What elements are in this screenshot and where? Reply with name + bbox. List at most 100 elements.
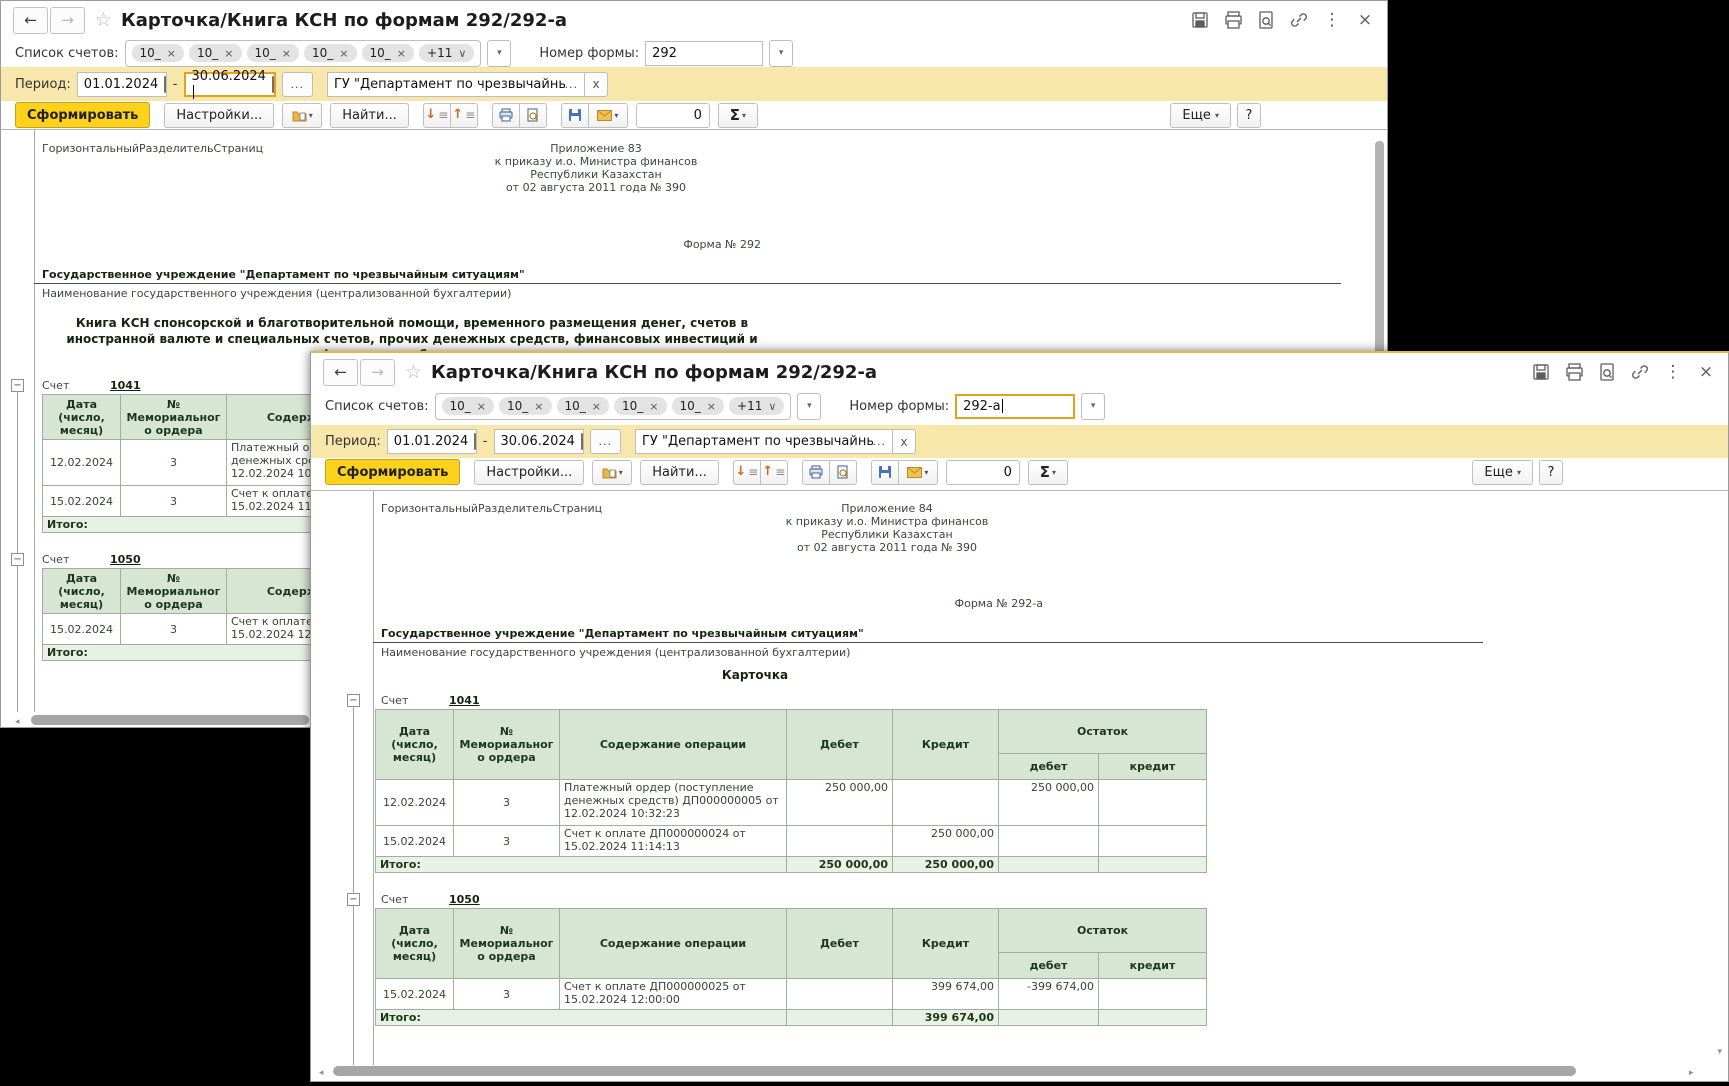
accounts-dropdown-button[interactable]: ▾ [797, 393, 821, 420]
chip-remove-icon[interactable]: × [224, 47, 233, 60]
scroll-left-arrow[interactable]: ◂ [15, 717, 20, 727]
chip-remove-icon[interactable]: × [534, 400, 543, 413]
calendar-icon[interactable] [474, 433, 476, 450]
group-collapse-button[interactable]: − [11, 379, 24, 392]
autosum-counter-input[interactable]: 0 [636, 103, 710, 128]
period-picker-button[interactable]: ... [590, 429, 622, 454]
account-chip[interactable]: 10_× [442, 397, 495, 415]
menu-kebab-icon[interactable]: ⋮ [1322, 10, 1342, 30]
group-collapse-button[interactable]: − [347, 893, 360, 906]
form-number-input[interactable]: 292 [645, 41, 763, 66]
forward-button[interactable]: → [50, 7, 85, 34]
period-from-input[interactable]: 01.01.2024 [387, 429, 477, 454]
chip-remove-icon[interactable]: × [167, 47, 176, 60]
more-accounts-chip[interactable]: +11∨ [419, 44, 474, 62]
preview-icon[interactable] [1597, 362, 1617, 382]
preview-icon[interactable] [1256, 10, 1276, 30]
accounts-list-field[interactable]: 10_× 10_× 10_× 10_× 10_× +11∨ [435, 393, 792, 420]
autosum-counter-input[interactable]: 0 [946, 460, 1020, 485]
account-chip[interactable]: 10_× [304, 44, 357, 62]
more-button[interactable]: Еще ▾ [1472, 460, 1533, 485]
period-picker-button[interactable]: ... [282, 72, 314, 97]
save-icon[interactable] [1531, 362, 1551, 382]
saved-settings-button[interactable]: ▾ [282, 103, 322, 128]
more-accounts-chip[interactable]: +11∨ [729, 397, 784, 415]
back-button[interactable]: ← [323, 359, 358, 386]
calendar-icon[interactable] [272, 76, 274, 93]
save-icon[interactable] [1190, 10, 1210, 30]
organization-input[interactable]: ГУ "Департамент по чрезвычайным ситуация… [635, 429, 893, 454]
settings-button[interactable]: Настройки... [164, 103, 274, 128]
send-mail-button[interactable]: ▾ [588, 103, 628, 128]
account-chip[interactable]: 10_× [614, 397, 667, 415]
save-result-button[interactable] [871, 460, 899, 485]
group-collapse-button[interactable]: − [347, 694, 360, 707]
forward-button[interactable]: → [360, 359, 395, 386]
sum-button[interactable]: Σ▾ [718, 103, 758, 128]
generate-button[interactable]: Сформировать [325, 459, 460, 485]
saved-settings-button[interactable]: ▾ [592, 460, 632, 485]
help-button[interactable]: ? [1237, 103, 1261, 128]
more-button[interactable]: Еще ▾ [1170, 103, 1231, 128]
form-number-dropdown-button[interactable]: ▾ [769, 40, 793, 67]
period-to-input[interactable]: 30.06.2024 [494, 429, 584, 454]
help-button[interactable]: ? [1539, 460, 1563, 485]
print-button[interactable] [802, 460, 830, 485]
chip-remove-icon[interactable]: × [592, 400, 601, 413]
sum-button[interactable]: Σ▾ [1028, 460, 1068, 485]
favorite-star-icon[interactable]: ☆ [95, 9, 112, 31]
print-button[interactable] [492, 103, 520, 128]
link-icon[interactable] [1289, 10, 1309, 30]
account-chip[interactable]: 10_× [557, 397, 610, 415]
chip-remove-icon[interactable]: × [477, 400, 486, 413]
find-button[interactable]: Найти... [330, 103, 409, 128]
scroll-down-arrow[interactable]: ▾ [1717, 1047, 1722, 1057]
favorite-star-icon[interactable]: ☆ [405, 361, 422, 383]
sort-ascending-button[interactable]: ↑≡ [760, 460, 788, 485]
back-button[interactable]: ← [13, 7, 48, 34]
menu-kebab-icon[interactable]: ⋮ [1663, 362, 1683, 382]
scroll-right-arrow[interactable]: ▸ [1689, 1068, 1694, 1078]
organization-picker-button[interactable]: ... [873, 435, 887, 448]
calendar-icon[interactable] [164, 76, 166, 93]
period-from-input[interactable]: 01.01.2024 [77, 72, 167, 97]
account-chip[interactable]: 10_× [132, 44, 185, 62]
save-result-button[interactable] [561, 103, 589, 128]
form-number-input[interactable]: 292-а [955, 394, 1075, 419]
chip-remove-icon[interactable]: × [397, 47, 406, 60]
generate-button[interactable]: Сформировать [15, 102, 150, 128]
account-chip[interactable]: 10_× [362, 44, 415, 62]
account-chip[interactable]: 10_× [672, 397, 725, 415]
calendar-icon[interactable] [581, 433, 583, 450]
send-mail-button[interactable]: ▾ [898, 460, 938, 485]
sort-descending-button[interactable]: ↓≡ [423, 103, 451, 128]
chip-remove-icon[interactable]: × [339, 47, 348, 60]
organization-input[interactable]: ГУ "Департамент по чрезвычайным ситуация… [327, 72, 585, 97]
link-icon[interactable] [1630, 362, 1650, 382]
chip-remove-icon[interactable]: × [707, 400, 716, 413]
horizontal-scrollbar[interactable] [333, 1066, 1576, 1076]
account-chip[interactable]: 10_× [247, 44, 300, 62]
sort-ascending-button[interactable]: ↑≡ [450, 103, 478, 128]
print-preview-button[interactable] [519, 103, 547, 128]
chip-remove-icon[interactable]: × [649, 400, 658, 413]
accounts-dropdown-button[interactable]: ▾ [487, 40, 511, 67]
settings-button[interactable]: Настройки... [474, 460, 584, 485]
print-icon[interactable] [1223, 10, 1243, 30]
accounts-list-field[interactable]: 10_× 10_× 10_× 10_× 10_× +11∨ [125, 40, 482, 67]
organization-picker-button[interactable]: ... [565, 78, 579, 91]
close-icon[interactable]: × [1355, 10, 1375, 30]
sort-descending-button[interactable]: ↓≡ [733, 460, 761, 485]
period-to-input[interactable]: 30.06.2024 [184, 72, 276, 97]
scroll-left-arrow[interactable]: ◂ [319, 1068, 324, 1078]
print-preview-button[interactable] [829, 460, 857, 485]
group-collapse-button[interactable]: − [11, 553, 24, 566]
chip-remove-icon[interactable]: × [282, 47, 291, 60]
account-chip[interactable]: 10_× [189, 44, 242, 62]
organization-clear-button[interactable]: x [584, 72, 608, 97]
account-chip[interactable]: 10_× [499, 397, 552, 415]
organization-clear-button[interactable]: x [892, 429, 916, 454]
print-icon[interactable] [1564, 362, 1584, 382]
horizontal-scrollbar[interactable] [31, 715, 309, 725]
find-button[interactable]: Найти... [640, 460, 719, 485]
